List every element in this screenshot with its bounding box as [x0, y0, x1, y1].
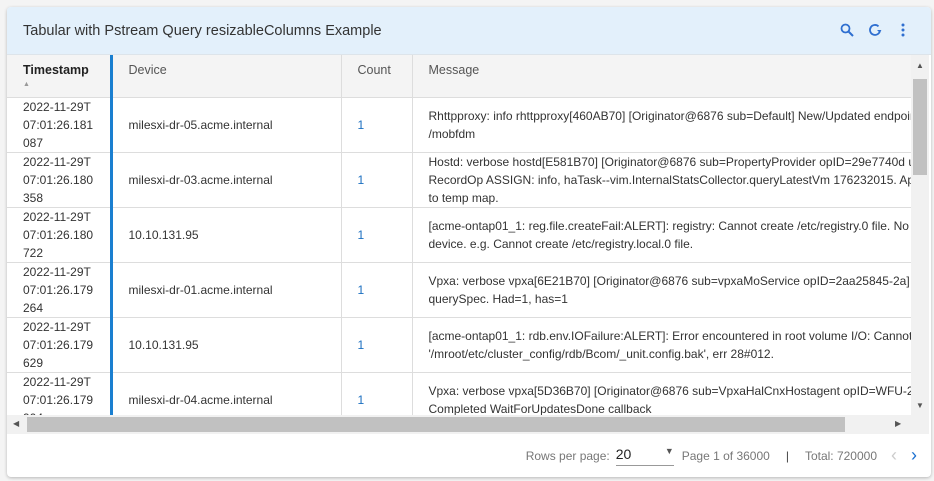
page-title: Tabular with Pstream Query resizableColu… — [23, 22, 382, 39]
next-page-icon[interactable]: › — [911, 445, 917, 466]
table-row[interactable]: 2022-11-29T07:01:26.179264 milesxi-dr-01.… — [7, 262, 911, 318]
column-header-count[interactable]: Count — [341, 55, 413, 98]
column-header-timestamp[interactable]: Timestamp ▲ — [7, 55, 113, 98]
timestamp-cell: 2022-11-29T07:01:26.180722 — [7, 207, 113, 263]
timestamp-cell: 2022-11-29T07:01:26.181087 — [7, 97, 113, 153]
scroll-up-icon[interactable]: ▲ — [916, 61, 924, 70]
timestamp-cell: 2022-11-29T07:01:26.180358 — [7, 152, 113, 208]
more-vert-icon[interactable] — [895, 22, 911, 38]
scrollbar-thumb[interactable] — [913, 79, 927, 175]
sort-asc-icon[interactable]: ▲ — [23, 81, 94, 88]
device-cell: milesxi-dr-05.acme.internal — [111, 97, 342, 153]
device-cell: milesxi-dr-03.acme.internal — [111, 152, 342, 208]
divider: | — [785, 448, 789, 463]
pagination: Rows per page: 20 ▼ Page 1 of 36000 | Tot… — [7, 434, 931, 477]
table-card: Tabular with Pstream Query resizableColu… — [7, 7, 931, 477]
message-cell: Vpxa: verbose vpxa[6E21B70] [Originator@… — [412, 262, 911, 318]
vertical-scrollbar[interactable]: ▲ ▼ — [911, 55, 929, 415]
count-cell: 1 — [341, 372, 413, 415]
count-cell: 1 — [341, 207, 413, 263]
count-cell: 1 — [341, 152, 413, 208]
count-cell: 1 — [341, 97, 413, 153]
device-cell: 10.10.131.95 — [111, 207, 342, 263]
rows-per-page-select[interactable]: 20 ▼ — [615, 445, 674, 466]
card-header: Tabular with Pstream Query resizableColu… — [7, 7, 931, 55]
message-cell: [acme-ontap01_1: reg.file.createFail:ALE… — [412, 207, 911, 263]
table-row[interactable]: 2022-11-29T07:01:26.180722 10.10.131.95 1[… — [7, 207, 911, 263]
device-cell: milesxi-dr-01.acme.internal — [111, 262, 342, 318]
scroll-right-icon[interactable]: ▶ — [895, 419, 901, 428]
total-count: Total: 720000 — [804, 448, 877, 463]
scroll-left-icon[interactable]: ◀ — [13, 419, 19, 428]
scrollbar-thumb[interactable] — [27, 417, 845, 432]
page-indicator: Page 1 of 36000 — [681, 448, 770, 463]
table-row[interactable]: 2022-11-29T07:01:26.179904milesxi-dr-04.… — [7, 372, 911, 415]
column-header-device[interactable]: Device — [111, 55, 342, 98]
message-cell: [acme-ontap01_1: rdb.env.IOFailure:ALERT… — [412, 317, 911, 373]
scroll-down-icon[interactable]: ▼ — [916, 401, 924, 410]
prev-page-icon[interactable]: ‹ — [891, 445, 897, 466]
table-row[interactable]: 2022-11-29T07:01:26.179629 10.10.131.95 1[… — [7, 317, 911, 373]
timestamp-cell: 2022-11-29T07:01:26.179904 — [7, 372, 113, 415]
device-cell: 10.10.131.95 — [111, 317, 342, 373]
timestamp-cell: 2022-11-29T07:01:26.179629 — [7, 317, 113, 373]
refresh-icon[interactable] — [867, 22, 883, 38]
device-cell: milesxi-dr-04.acme.internal — [111, 372, 342, 415]
horizontal-scrollbar[interactable]: ◀ ▶ — [7, 415, 929, 434]
message-cell: Hostd: verbose hostd[E581B70] [Originato… — [412, 152, 911, 208]
rows-per-page-label: Rows per page: — [525, 448, 610, 463]
count-cell: 1 — [341, 262, 413, 318]
search-icon[interactable] — [839, 22, 855, 38]
column-header-message[interactable]: Message — [412, 55, 911, 98]
count-cell: 1 — [341, 317, 413, 373]
message-cell: Vpxa: verbose vpxa[5D36B70] [Originator@… — [412, 372, 911, 415]
timestamp-cell: 2022-11-29T07:01:26.179264 — [7, 262, 113, 318]
data-grid: Timestamp ▲ Device Count Message 2022-11-… — [7, 55, 911, 415]
table-row[interactable]: 2022-11-29T07:01:26.181087 milesxi-dr-05.… — [7, 97, 911, 153]
table-row[interactable]: 2022-11-29T07:01:26.180358 milesxi-dr-03.… — [7, 152, 911, 208]
message-cell: Rhttpproxy: info rhttpproxy[460AB70] [Or… — [412, 97, 911, 153]
dropdown-icon: ▼ — [664, 445, 674, 456]
